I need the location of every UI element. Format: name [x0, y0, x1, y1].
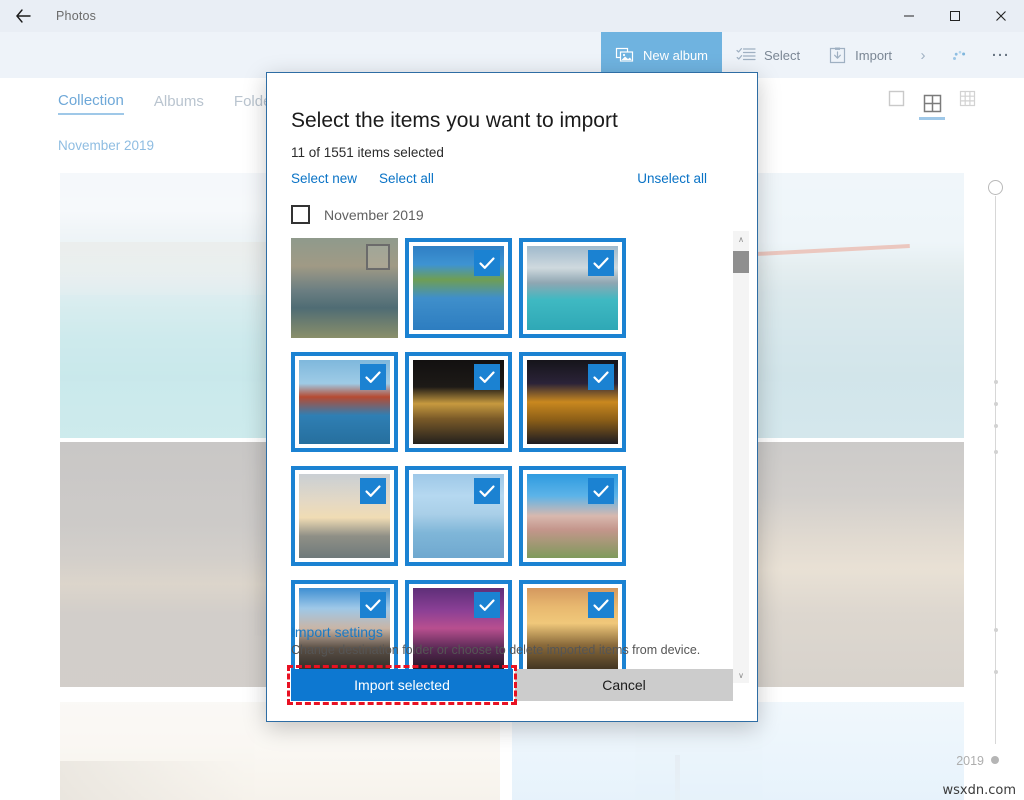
collection-date-heading: November 2019 [58, 138, 154, 153]
dialog-scrollbar[interactable]: ∧ ∨ [733, 231, 749, 683]
import-thumbnail-grid[interactable] [291, 238, 735, 678]
checkmark-icon[interactable] [474, 364, 500, 390]
import-download-icon [828, 46, 847, 65]
group-label: November 2019 [324, 207, 424, 223]
sync-spinner-icon [940, 32, 978, 78]
minimize-button[interactable] [886, 0, 932, 32]
import-thumbnail-las-vegas-strip-fountains[interactable] [519, 352, 633, 466]
scroll-down-arrow-icon[interactable]: ∨ [733, 667, 749, 683]
checkmark-icon[interactable] [588, 250, 614, 276]
timeline-handle[interactable] [988, 180, 1003, 195]
checkmark-icon[interactable] [474, 478, 500, 504]
view-mode-switcher [888, 90, 976, 120]
checkbox-empty-icon[interactable] [366, 244, 390, 270]
import-thumbnail-zurich-canal-houses[interactable] [291, 238, 405, 352]
timeline-current-marker [991, 756, 999, 764]
import-selected-button[interactable]: Import selected [291, 669, 513, 701]
dialog-selection-links: Select new Select all Unselect all [291, 171, 733, 193]
thumbnail-frame [405, 466, 512, 566]
dialog-footer: Import settings Change destination folde… [291, 624, 733, 701]
import-settings-description: Change destination folder or choose to d… [291, 643, 733, 657]
import-thumbnail-disneyland-hotel-day[interactable] [519, 466, 633, 580]
thumbnail-frame [519, 466, 626, 566]
timeline-year-label: 2019 [956, 754, 984, 768]
window-controls [886, 0, 1024, 32]
photos-app-window: Photos New album [0, 0, 1024, 800]
import-label: Import [855, 48, 892, 63]
thumbnail-frame [405, 238, 512, 338]
chevron-right-icon[interactable]: › [906, 32, 940, 78]
group-header-november-2019[interactable]: November 2019 [291, 205, 424, 224]
timeline-line [995, 196, 996, 744]
thumbnail-frame [291, 238, 398, 338]
import-dialog: Select the items you want to import 11 o… [266, 72, 758, 722]
checkmark-icon[interactable] [474, 592, 500, 618]
new-album-label: New album [643, 48, 708, 63]
checkmark-icon[interactable] [360, 478, 386, 504]
select-checklist-icon [736, 46, 756, 64]
tab-collection[interactable]: Collection [58, 92, 124, 115]
scroll-up-arrow-icon[interactable]: ∧ [733, 231, 749, 247]
single-large-view-icon[interactable] [888, 90, 905, 120]
maximize-button[interactable] [932, 0, 978, 32]
group-checkbox[interactable] [291, 205, 310, 224]
import-button[interactable]: Import [814, 32, 906, 78]
checkmark-icon[interactable] [360, 364, 386, 390]
dialog-button-row: Import selected Cancel [291, 669, 733, 701]
app-title: Photos [56, 9, 96, 23]
scrollbar-track[interactable] [733, 247, 749, 667]
import-thumbnail-seine-river-daytime[interactable] [405, 466, 519, 580]
tab-albums[interactable]: Albums [154, 93, 204, 114]
select-label: Select [764, 48, 800, 63]
thumbnail-frame [519, 238, 626, 338]
timeline-tick [994, 450, 998, 454]
new-album-icon [615, 45, 635, 65]
checkmark-icon[interactable] [360, 592, 386, 618]
thumbnail-frame [291, 466, 398, 566]
title-bar: Photos [0, 0, 1024, 32]
timeline-scrubber[interactable]: 2019 [976, 180, 1016, 770]
close-button[interactable] [978, 0, 1024, 32]
timeline-tick [994, 670, 998, 674]
checkmark-icon[interactable] [588, 478, 614, 504]
small-grid-view-icon[interactable] [959, 90, 976, 120]
thumbnail-frame [519, 352, 626, 452]
import-settings-link[interactable]: Import settings [291, 624, 733, 640]
select-new-link[interactable]: Select new [291, 171, 357, 186]
import-thumbnail-paris-las-vegas-night[interactable] [405, 352, 519, 466]
watermark: wsxdn.com [943, 783, 1017, 798]
cancel-button[interactable]: Cancel [515, 669, 733, 701]
timeline-tick [994, 628, 998, 632]
timeline-tick [994, 380, 998, 384]
import-thumbnail-lake-village-green-hill[interactable] [405, 238, 519, 352]
more-options-button[interactable]: … [978, 32, 1024, 78]
back-arrow-icon[interactable] [0, 0, 46, 32]
unselect-all-link[interactable]: Unselect all [637, 171, 707, 186]
checkmark-icon[interactable] [588, 364, 614, 390]
thumbnail-frame [291, 352, 398, 452]
select-all-link[interactable]: Select all [379, 171, 434, 186]
checkmark-icon[interactable] [474, 250, 500, 276]
timeline-tick [994, 402, 998, 406]
timeline-tick [994, 424, 998, 428]
import-thumbnail-golden-gate-bridge[interactable] [291, 352, 405, 466]
checkmark-icon[interactable] [588, 592, 614, 618]
thumbnail-frame [405, 352, 512, 452]
scrollbar-thumb[interactable] [733, 251, 749, 273]
dialog-title: Select the items you want to import [291, 109, 618, 133]
selection-count: 11 of 1551 items selected [291, 145, 444, 160]
import-thumbnail-seine-river-sunset[interactable] [291, 466, 405, 580]
import-thumbnail-turquoise-bay-city[interactable] [519, 238, 633, 352]
medium-grid-view-icon[interactable] [919, 94, 945, 120]
